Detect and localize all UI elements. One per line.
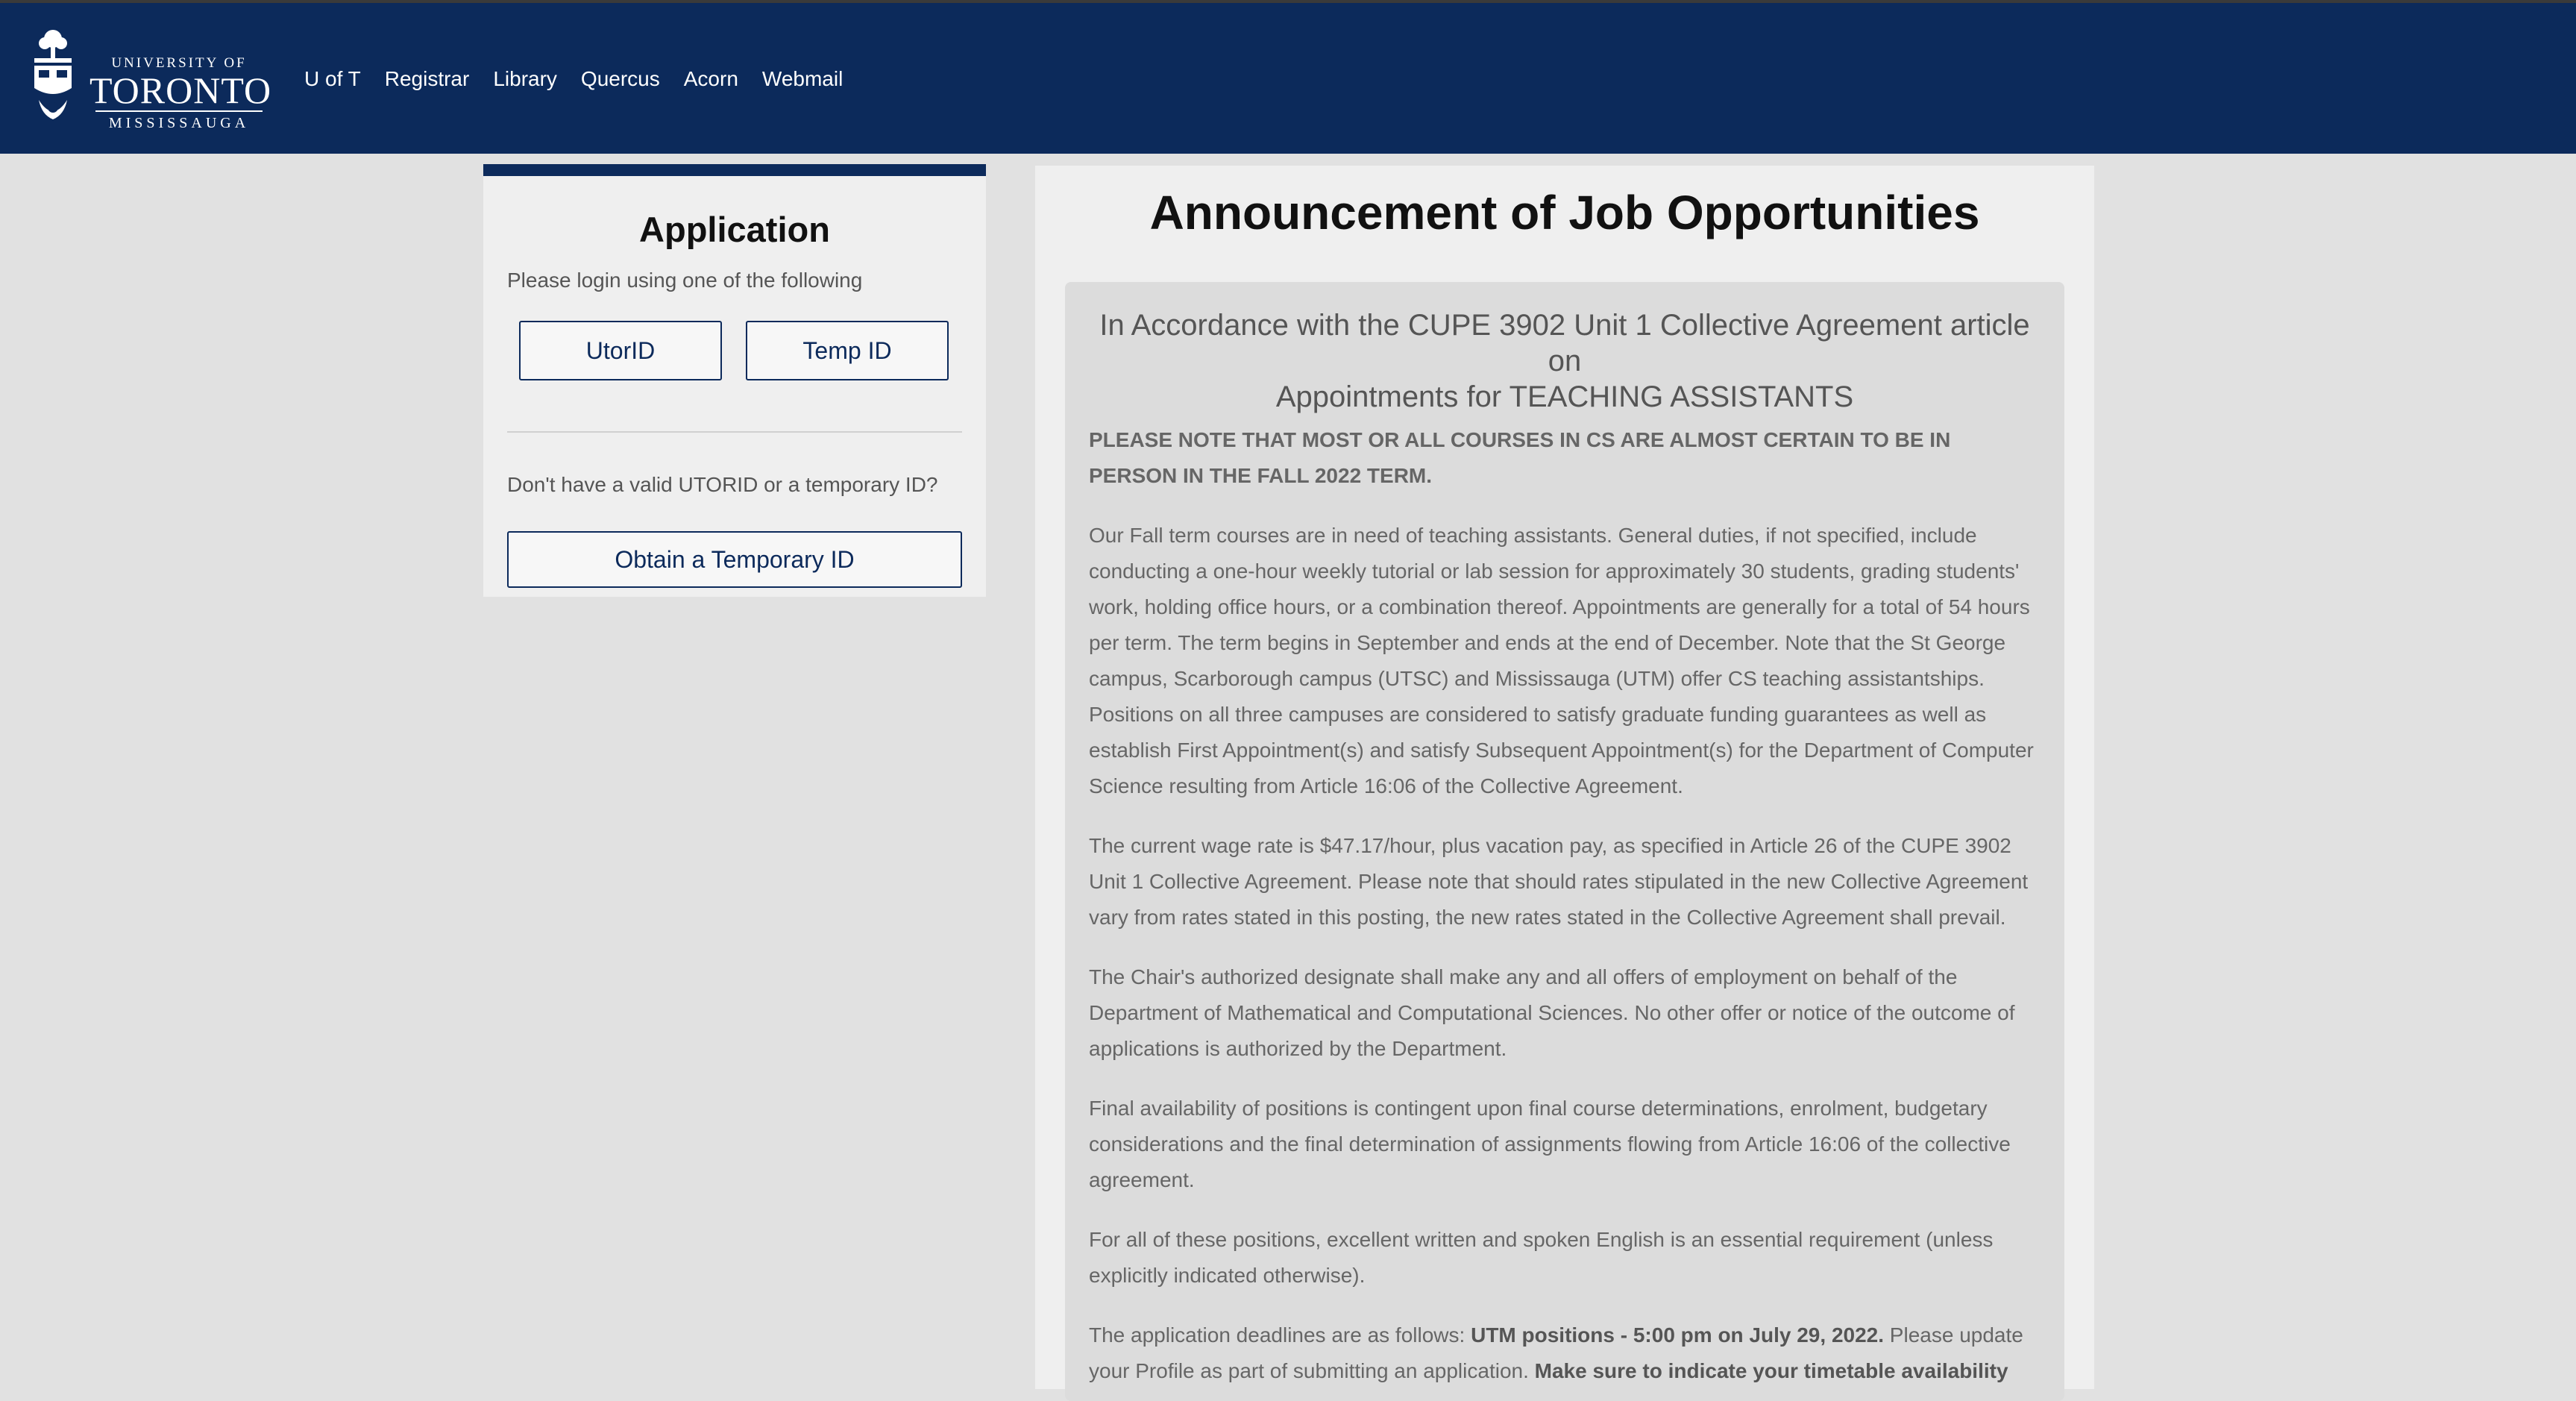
logo-toronto: TORONTO (89, 69, 272, 111)
logo-mississauga: MISSISSAUGA (108, 115, 250, 131)
nav-link-registrar[interactable]: Registrar (385, 67, 470, 91)
nav-link-library[interactable]: Library (493, 67, 557, 91)
wage-paragraph: The current wage rate is $47.17/hour, pl… (1089, 834, 2029, 929)
application-title: Application (639, 210, 830, 249)
announcement-card: Announcement of Job Opportunities In Acc… (1035, 166, 2094, 1401)
utorid-login-button[interactable]: UtorID (519, 321, 722, 380)
offers-paragraph: The Chair's authorized designate shall m… (1089, 965, 2015, 1060)
login-instructions: Please login using one of the following (507, 269, 863, 292)
agreement-heading: In Accordance with the CUPE 3902 Unit 1 … (1099, 309, 2030, 413)
nav-link-webmail[interactable]: Webmail (762, 67, 843, 91)
nav-link-acorn[interactable]: Acorn (684, 67, 738, 91)
nav-link-quercus[interactable]: Quercus (581, 67, 660, 91)
availability-paragraph: Final availability of positions is conti… (1089, 1097, 2011, 1191)
top-navbar: UNIVERSITY OF TORONTO MISSISSAUGA U of T… (0, 0, 2576, 154)
divider (507, 431, 962, 433)
announcement-body: In Accordance with the CUPE 3902 Unit 1 … (1065, 282, 2064, 1401)
nav-link-uoft[interactable]: U of T (304, 67, 361, 91)
in-person-note: PLEASE NOTE THAT MOST OR ALL COURSES IN … (1089, 428, 1951, 487)
application-login-card: Application Please login using one of th… (483, 164, 986, 597)
main-nav: U of T Registrar Library Quercus Acorn W… (304, 67, 867, 91)
crest-icon (34, 30, 72, 119)
english-paragraph: For all of these positions, excellent wr… (1089, 1228, 1994, 1287)
no-id-question: Don't have a valid UTORID or a temporary… (507, 473, 938, 496)
obtain-temp-id-button[interactable]: Obtain a Temporary ID (507, 531, 962, 588)
tempid-login-button[interactable]: Temp ID (746, 321, 949, 380)
announcement-title: Announcement of Job Opportunities (1149, 186, 1980, 239)
uoft-mississauga-logo[interactable]: UNIVERSITY OF TORONTO MISSISSAUGA (28, 25, 272, 134)
deadlines-paragraph: The application deadlines are as follows… (1089, 1323, 2023, 1382)
duties-paragraph: Our Fall term courses are in need of tea… (1089, 524, 2034, 797)
